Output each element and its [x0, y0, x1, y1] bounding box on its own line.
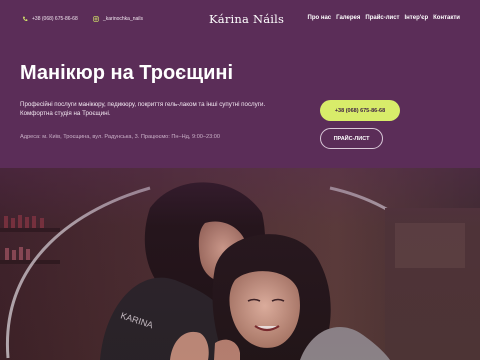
- nav-item-interior[interactable]: Інтер'єр: [405, 15, 429, 21]
- main-nav: Про нас Галерея Прайс-лист Інтер'єр Конт…: [308, 15, 460, 21]
- instagram-icon: [93, 16, 99, 22]
- header-phone-link[interactable]: +38 (068) 675-86-68: [22, 16, 78, 22]
- header-instagram-text: _karinochka_nails: [103, 16, 144, 22]
- nav-item-gallery[interactable]: Галерея: [336, 15, 360, 21]
- nav-item-price[interactable]: Прайс-лист: [365, 15, 399, 21]
- hero-section: Манікюр на Троєщині Професійні послуги м…: [0, 38, 480, 168]
- header-instagram-link[interactable]: _karinochka_nails: [93, 16, 143, 22]
- header-phone-text: +38 (068) 675-86-68: [32, 16, 78, 22]
- salon-photo-illustration: KARINA: [0, 168, 480, 360]
- hero-photo: KARINA: [0, 168, 480, 360]
- brand-logo[interactable]: Kárina Náils: [209, 12, 284, 26]
- nav-item-about[interactable]: Про нас: [308, 15, 332, 21]
- hero-description: Професійні послуги манікюру, педикюру, п…: [20, 101, 266, 117]
- phone-icon: [23, 16, 28, 21]
- page-title: Манікюр на Троєщині: [20, 62, 234, 84]
- price-list-button[interactable]: ПРАЙС-ЛИСТ: [320, 128, 383, 149]
- nav-item-contacts[interactable]: Контакти: [433, 15, 460, 21]
- hero-address: Адреса: м. Київ, Троєщина, вул. Радунськ…: [20, 134, 221, 140]
- call-button[interactable]: +38 (068) 675-86-68: [320, 100, 400, 121]
- top-bar: +38 (068) 675-86-68 _karinochka_nails Ká…: [0, 0, 480, 38]
